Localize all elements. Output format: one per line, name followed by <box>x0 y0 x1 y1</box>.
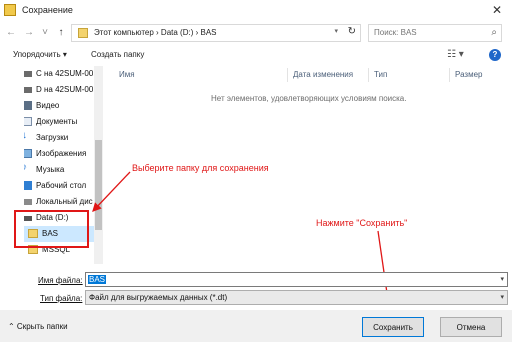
video-icon <box>24 101 32 110</box>
save-button[interactable]: Сохранить <box>362 317 424 337</box>
help-icon[interactable]: ? <box>489 49 501 61</box>
network-drive-icon <box>24 87 32 93</box>
navigation-bar: ← → ˅ ↑ Этот компьютер › Data (D:) › BAS… <box>0 22 512 44</box>
sidebar-item-downloads[interactable]: ↓ Загрузки <box>24 130 96 146</box>
drive-icon <box>24 199 32 205</box>
close-icon[interactable]: ✕ <box>482 0 512 20</box>
documents-icon <box>24 117 32 126</box>
sidebar-item-d-network[interactable]: D на 42SUM-001 <box>24 82 96 98</box>
sidebar-item-label: Рабочий стол <box>36 181 87 190</box>
address-bar[interactable]: Этот компьютер › Data (D:) › BAS ▾ ↻ <box>71 24 361 42</box>
chevron-down-icon[interactable]: ▾ <box>500 293 504 301</box>
annotation-choose-folder: Выберите папку для сохранения <box>132 163 269 173</box>
dialog-footer: ⌃ Скрыть папки Сохранить Отмена <box>0 310 512 342</box>
sidebar-item-local-disk[interactable]: Локальный дис <box>24 194 96 210</box>
annotation-folder-highlight <box>14 210 89 248</box>
column-separator <box>449 68 450 82</box>
folder-icon <box>78 28 88 38</box>
title-bar: Сохранение ✕ <box>0 0 512 20</box>
sidebar-item-documents[interactable]: Документы <box>24 114 96 130</box>
history-chevron-icon[interactable]: ˅ <box>38 25 52 41</box>
sidebar-item-pictures[interactable]: Изображения <box>24 146 96 162</box>
back-arrow-icon[interactable]: ← <box>4 25 18 41</box>
network-drive-icon <box>24 71 32 77</box>
sidebar-item-desktop[interactable]: Рабочий стол <box>24 178 96 194</box>
music-icon: ♪ <box>24 162 27 173</box>
filetype-select[interactable]: Файл для выгружаемых данных (*.dt) ▾ <box>85 290 508 305</box>
cancel-button[interactable]: Отмена <box>440 317 502 337</box>
pictures-icon <box>24 149 32 158</box>
sidebar-item-label: D на 42SUM-001 <box>36 85 96 94</box>
sidebar-item-label: С на 42SUM-001 <box>36 69 96 78</box>
desktop-icon <box>24 181 32 190</box>
sidebar-item-label: Загрузки <box>36 133 69 142</box>
sidebar-item-c-network[interactable]: С на 42SUM-001 <box>24 66 96 82</box>
hide-folders-toggle[interactable]: ⌃ Скрыть папки <box>8 322 68 331</box>
column-separator <box>287 68 288 82</box>
annotation-press-save: Нажмите "Сохранить" <box>316 218 408 228</box>
new-folder-button[interactable]: Создать папку <box>91 50 144 59</box>
view-options-icon[interactable]: ☷ ▾ <box>447 49 464 60</box>
chevron-down-icon[interactable]: ▾ <box>334 27 338 35</box>
sidebar-item-label: Локальный дис <box>36 197 93 206</box>
sidebar-scroll-thumb[interactable] <box>95 140 102 230</box>
downloads-icon: ↓ <box>24 130 27 141</box>
column-header-size[interactable]: Размер <box>455 70 483 79</box>
up-arrow-icon[interactable]: ↑ <box>54 25 68 41</box>
filetype-value[interactable]: Файл для выгружаемых данных (*.dt) <box>89 293 227 302</box>
column-header-type[interactable]: Тип <box>374 70 387 79</box>
organize-button[interactable]: Упорядочить ▾ <box>13 50 67 59</box>
search-box[interactable]: ⌕ <box>368 24 502 42</box>
filename-field[interactable]: BAS ▾ <box>85 272 508 287</box>
chevron-down-icon[interactable]: ▾ <box>500 275 504 283</box>
refresh-icon[interactable]: ↻ <box>348 26 356 37</box>
filetype-label: Тип файла: <box>40 294 83 303</box>
toolbar: Упорядочить ▾ Создать папку ☷ ▾ ? <box>0 46 512 66</box>
window-title: Сохранение <box>22 5 73 15</box>
search-input[interactable] <box>374 28 484 37</box>
column-header-name[interactable]: Имя <box>119 70 135 79</box>
column-header-date[interactable]: Дата изменения <box>293 70 353 79</box>
search-icon[interactable]: ⌕ <box>491 27 497 38</box>
empty-message: Нет элементов, удовлетворяющих условиям … <box>211 94 407 103</box>
filename-label: Имя файла: <box>38 276 83 285</box>
app-icon <box>4 4 16 16</box>
breadcrumb[interactable]: Этот компьютер › Data (D:) › BAS <box>94 28 217 37</box>
column-separator <box>368 68 369 82</box>
sidebar-item-label: Видео <box>36 101 60 110</box>
sidebar-item-label: Документы <box>36 117 78 126</box>
forward-arrow-icon[interactable]: → <box>22 25 36 41</box>
sidebar-item-video[interactable]: Видео <box>24 98 96 114</box>
filename-value[interactable]: BAS <box>88 275 107 284</box>
sidebar-item-label: Изображения <box>36 149 87 158</box>
sidebar-item-music[interactable]: ♪ Музыка <box>24 162 96 178</box>
sidebar-item-label: Музыка <box>36 165 65 174</box>
